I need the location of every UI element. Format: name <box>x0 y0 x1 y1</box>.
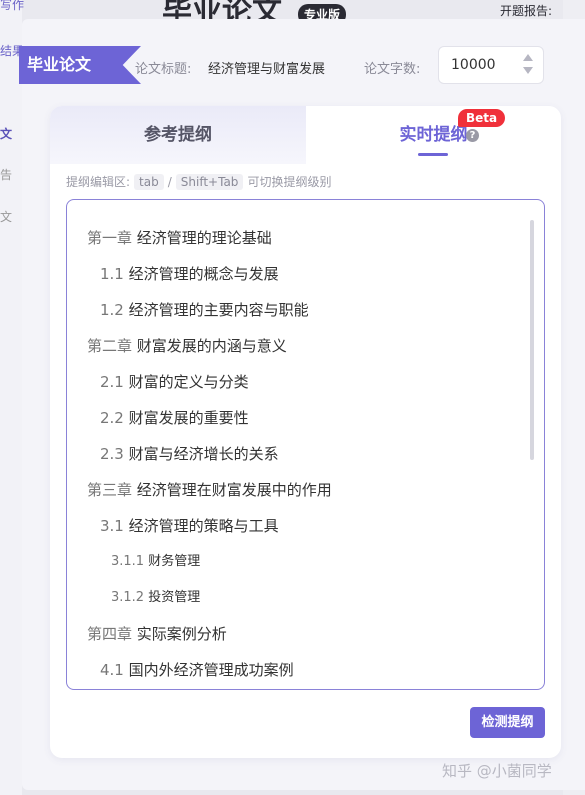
outline-number: 第三章 <box>87 481 133 499</box>
outline-text: 投资管理 <box>148 590 201 605</box>
outline-modal: 毕业论文 论文标题: 经济管理与财富发展 论文字数: 10000 参考提纲 实时… <box>19 19 585 790</box>
outline-line[interactable]: 2.3 财富与经济增长的关系 <box>87 436 520 472</box>
outline-number: 3.1.2 <box>111 590 145 605</box>
outline-text: 经济管理的主要内容与职能 <box>128 301 309 319</box>
background-side-item: 文 <box>0 210 13 224</box>
outline-number: 1.2 <box>100 301 124 319</box>
background-sidebar <box>0 0 22 795</box>
outline-line[interactable]: 3.1.2 投资管理 <box>87 580 520 616</box>
background-side-item: 告 <box>0 168 13 182</box>
outline-line[interactable]: 2.1 财富的定义与分类 <box>87 364 520 400</box>
tab-live-label: 实时提纲 <box>399 125 468 145</box>
editor-hint: 提纲编辑区: tab / Shift+Tab 可切换提纲级别 <box>66 173 331 190</box>
outline-text: 财富发展的内涵与意义 <box>136 337 287 355</box>
background-side-item: 文 <box>0 127 13 141</box>
word-count-label: 论文字数: <box>364 62 421 77</box>
check-outline-button[interactable]: 检测提纲 <box>470 707 545 738</box>
outline-text: 财富的定义与分类 <box>128 373 249 391</box>
outline-text: 国内外经济管理成功案例 <box>128 661 294 679</box>
hint-suffix: 可切换提纲级别 <box>247 175 332 189</box>
outline-tabs: 参考提纲 实时提纲 ? Beta <box>50 106 561 164</box>
outline-text: 经济管理在财富发展中的作用 <box>136 481 332 499</box>
outline-number: 2.1 <box>100 373 124 391</box>
stepper-down-icon[interactable] <box>523 67 533 74</box>
outline-text: 经济管理的理论基础 <box>136 229 272 247</box>
outline-text: 财富与经济增长的关系 <box>128 445 279 463</box>
outline-number: 2.3 <box>100 445 124 463</box>
outline-text: 实际案例分析 <box>136 625 227 643</box>
outline-list[interactable]: 第一章 经济管理的理论基础 1.1 经济管理的概念与发展 1.2 经济管理的主要内容… <box>87 220 520 688</box>
hint-prefix: 提纲编辑区: <box>66 175 131 189</box>
outline-text: 经济管理的策略与工具 <box>128 517 279 535</box>
title-label: 论文标题: <box>135 62 192 77</box>
outline-number: 1.1 <box>100 265 124 283</box>
outline-number: 3.1 <box>100 517 124 535</box>
outline-line[interactable]: 3.1 经济管理的策略与工具 <box>87 508 520 544</box>
word-count-stepper[interactable] <box>523 54 533 76</box>
tab-live-outline[interactable]: 实时提纲 ? Beta <box>306 106 561 164</box>
outline-line[interactable]: 1.1 经济管理的概念与发展 <box>87 256 520 292</box>
watermark: 知乎 @小菌同学 <box>442 762 552 780</box>
outline-number: 第四章 <box>87 625 133 643</box>
outline-line[interactable]: 2.2 财富发展的重要性 <box>87 400 520 436</box>
hint-key-shift-tab: Shift+Tab <box>175 173 244 190</box>
background-side-item: 写作 <box>0 0 25 12</box>
word-count-value: 10000 <box>451 57 496 73</box>
outline-number: 第二章 <box>87 337 133 355</box>
outline-number: 第一章 <box>87 229 133 247</box>
title-value: 经济管理与财富发展 <box>208 62 326 77</box>
hint-key-tab: tab <box>134 173 164 190</box>
hint-separator: / <box>167 174 172 189</box>
outline-number: 4.1 <box>100 661 124 679</box>
beta-badge: Beta <box>458 109 506 127</box>
active-tab-indicator <box>418 153 448 156</box>
outline-number: 2.2 <box>100 409 124 427</box>
outline-panel: 参考提纲 实时提纲 ? Beta 提纲编辑区: tab / Shift+Tab … <box>50 106 561 758</box>
outline-line[interactable]: 3.1.1 财务管理 <box>87 544 520 580</box>
editor-scrollbar[interactable] <box>530 220 534 460</box>
outline-line[interactable]: 4.1 国内外经济管理成功案例 <box>87 652 520 688</box>
outline-editor[interactable]: 第一章 经济管理的理论基础 1.1 经济管理的概念与发展 1.2 经济管理的主要内容… <box>66 199 545 690</box>
background-report-label: 开题报告: <box>500 4 553 18</box>
help-icon[interactable]: ? <box>466 129 479 142</box>
outline-line[interactable]: 第一章 经济管理的理论基础 <box>87 220 520 256</box>
outline-line[interactable]: 第二章 财富发展的内涵与意义 <box>87 328 520 364</box>
word-count-input[interactable]: 10000 <box>438 46 544 84</box>
outline-line[interactable]: 第四章 实际案例分析 <box>87 616 520 652</box>
outline-text: 财富发展的重要性 <box>128 409 249 427</box>
thesis-type-tag: 毕业论文 <box>19 46 141 84</box>
outline-text: 财务管理 <box>148 554 201 569</box>
outline-number: 3.1.1 <box>111 554 145 569</box>
tab-reference-outline[interactable]: 参考提纲 <box>50 106 306 164</box>
outline-line[interactable]: 1.2 经济管理的主要内容与职能 <box>87 292 520 328</box>
stepper-up-icon[interactable] <box>523 54 533 61</box>
outline-text: 经济管理的概念与发展 <box>128 265 279 283</box>
outline-line[interactable]: 第三章 经济管理在财富发展中的作用 <box>87 472 520 508</box>
